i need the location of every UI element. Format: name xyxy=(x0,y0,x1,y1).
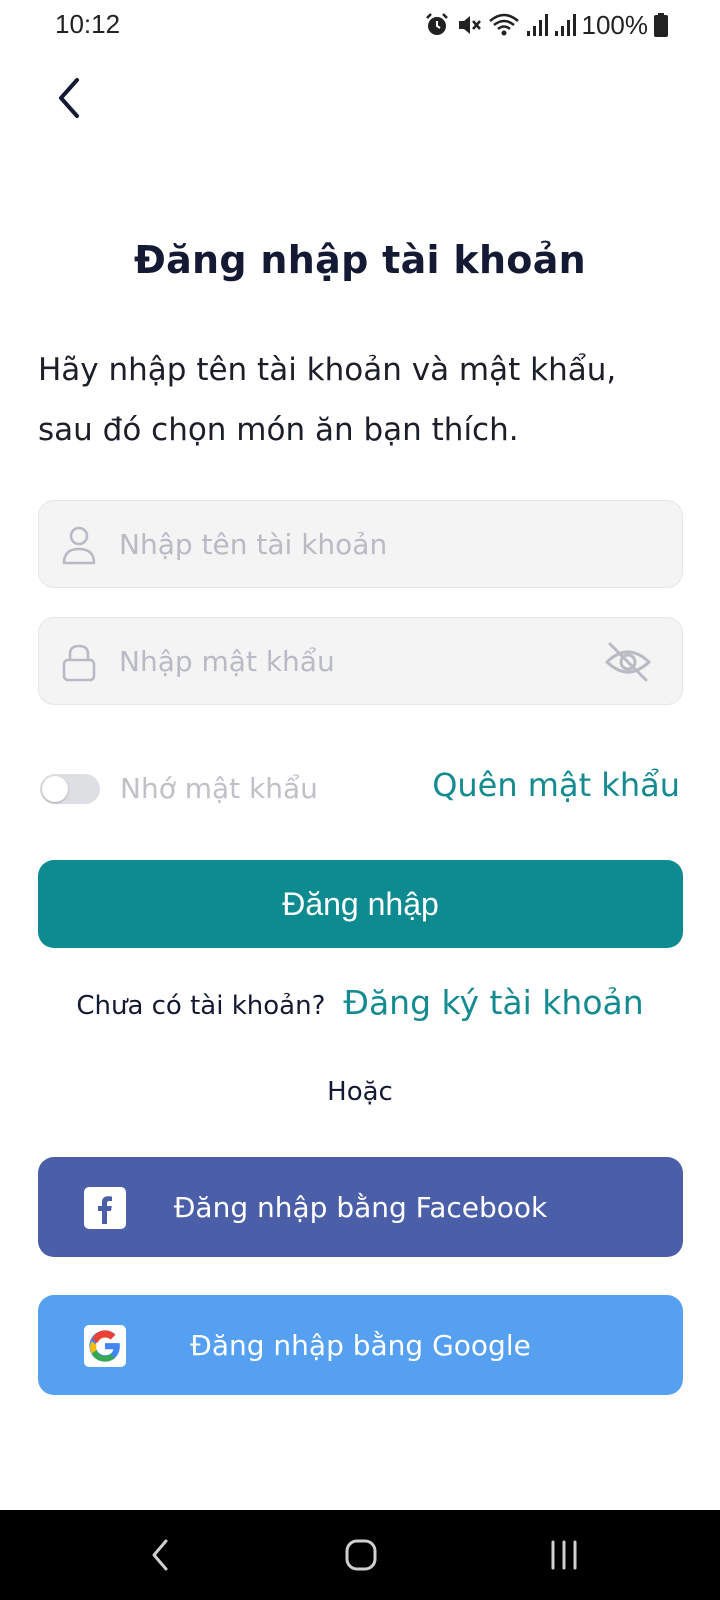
toggle-knob xyxy=(42,775,68,802)
intro-text: Hãy nhập tên tài khoản và mật khẩu, sau … xyxy=(38,340,698,460)
user-icon xyxy=(62,526,96,565)
chevron-left-icon xyxy=(59,78,79,118)
back-nav-icon xyxy=(152,1539,168,1571)
status-icons: 100% xyxy=(424,9,668,40)
wifi-icon xyxy=(488,13,519,36)
google-login-button[interactable]: Đăng nhập bằng Google xyxy=(38,1295,683,1395)
remember-toggle[interactable] xyxy=(40,773,100,804)
intro-line-2: sau đó chọn món ăn bạn thích. xyxy=(38,412,519,448)
signup-link[interactable]: Đăng ký tài khoản xyxy=(343,983,643,1022)
remember-password[interactable]: Nhớ mật khẩu xyxy=(40,772,318,805)
login-button[interactable]: Đăng nhập xyxy=(38,860,683,948)
signup-row: Chưa có tài khoản? Đăng ký tài khoản xyxy=(0,983,720,1022)
battery-icon xyxy=(654,13,668,37)
username-input[interactable] xyxy=(119,501,589,587)
lock-icon xyxy=(62,644,96,682)
remember-label: Nhớ mật khẩu xyxy=(120,772,318,805)
or-divider: Hoặc xyxy=(327,1077,393,1107)
username-field[interactable] xyxy=(38,500,683,588)
forgot-password-link[interactable]: Quên mật khẩu xyxy=(432,766,680,804)
facebook-icon xyxy=(84,1187,126,1229)
intro-line-1: Hãy nhập tên tài khoản và mật khẩu, xyxy=(38,352,617,388)
alarm-icon xyxy=(425,13,448,35)
google-icon xyxy=(84,1325,126,1367)
signal-icon xyxy=(554,14,576,36)
password-visibility-toggle[interactable] xyxy=(604,638,652,686)
home-nav-icon xyxy=(345,1539,377,1571)
facebook-login-button[interactable]: Đăng nhập bằng Facebook xyxy=(38,1157,683,1257)
battery-percent: 100% xyxy=(581,9,649,40)
signup-prompt: Chưa có tài khoản? xyxy=(76,991,326,1021)
google-login-label: Đăng nhập bằng Google xyxy=(190,1328,531,1362)
status-time: 10:12 xyxy=(55,9,121,39)
password-field[interactable] xyxy=(38,617,683,705)
nav-back-button[interactable] xyxy=(130,1532,190,1578)
mute-icon xyxy=(458,16,481,34)
nav-recents-button[interactable] xyxy=(534,1532,594,1578)
back-button[interactable] xyxy=(40,70,96,126)
recents-nav-icon xyxy=(551,1540,577,1570)
system-nav-bar xyxy=(0,1510,720,1600)
eye-off-icon xyxy=(604,642,652,682)
password-input[interactable] xyxy=(119,618,589,704)
status-bar: 10:12 100% xyxy=(0,0,720,52)
signal-icon xyxy=(526,14,548,36)
page-title: Đăng nhập tài khoản xyxy=(133,238,587,282)
nav-home-button[interactable] xyxy=(331,1532,391,1578)
facebook-login-label: Đăng nhập bằng Facebook xyxy=(173,1190,548,1224)
